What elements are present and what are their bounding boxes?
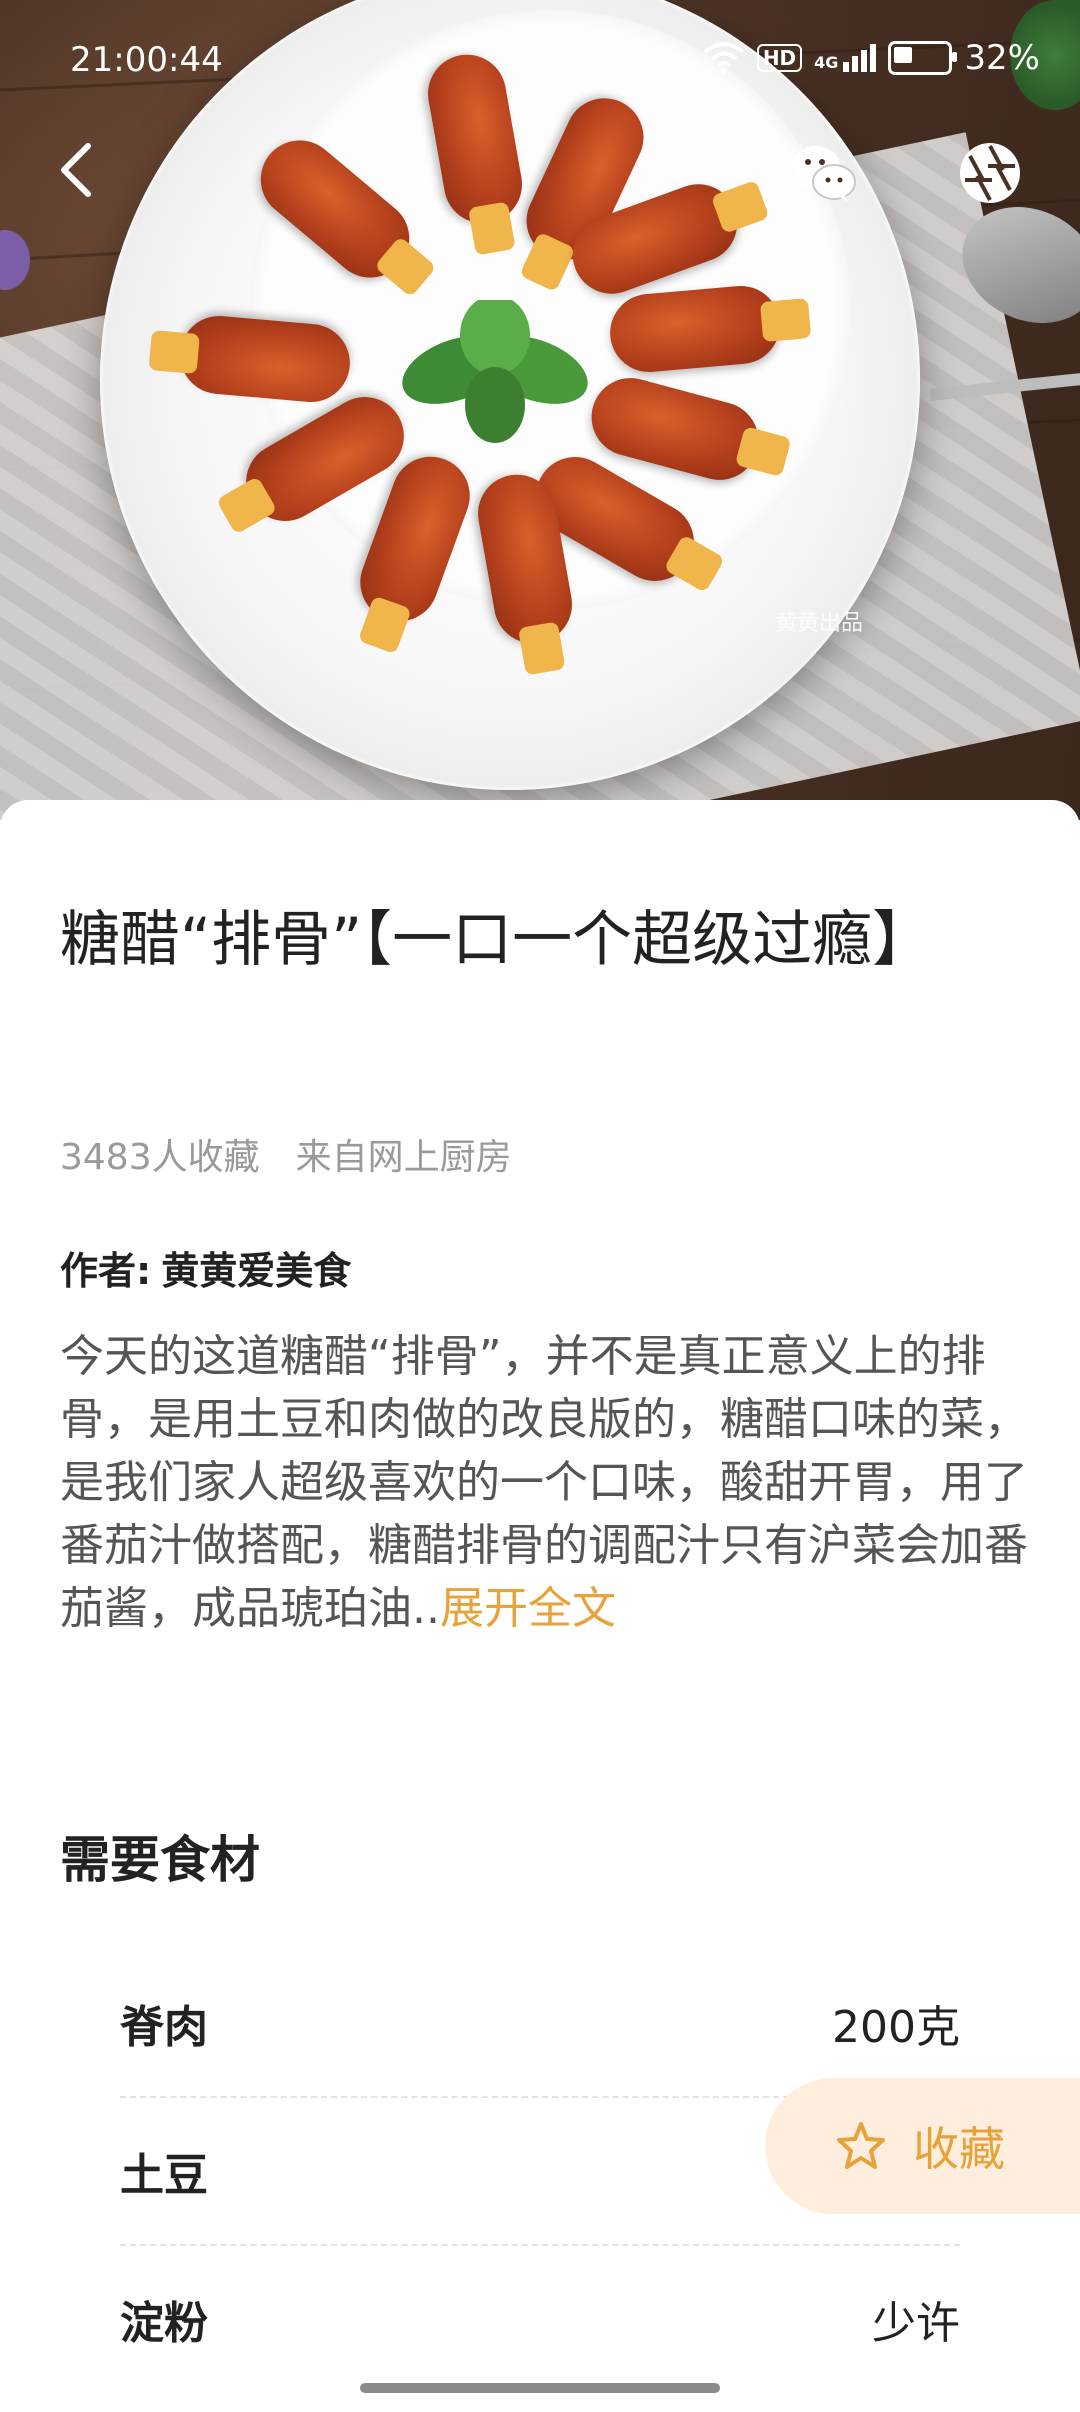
author-label: 作者: [60,1249,152,1293]
recipe-source[interactable]: 来自网上厨房 [296,1137,512,1178]
author-line[interactable]: 作者: 黄黄爱美食 [60,1240,351,1295]
star-icon [837,2122,885,2169]
recipe-hero-image: 黄黄出品 [0,0,1080,820]
wechat-icon [792,146,856,202]
share-button[interactable] [955,138,1025,208]
ingredient-row: 淀粉 少许 [120,2246,960,2392]
mint-garnish [402,300,588,443]
favorite-count: 3483人收藏 [60,1137,260,1178]
wifi-icon [703,42,745,74]
status-time: 21:00:44 [70,40,223,80]
favorite-button[interactable]: 收藏 [765,2078,1080,2214]
expand-full-text-link[interactable]: 展开全文 [440,1583,616,1634]
hd-badge: HD [756,44,803,72]
status-icons: HD 4G 32% [703,38,1040,78]
battery-icon [888,41,958,75]
recipe-description: 今天的这道糖醋“排骨”，并不是真正意义上的排骨，是用土豆和肉做的改良版的，糖醋口… [60,1325,1030,1640]
author-name: 黄黄爱美食 [161,1249,352,1293]
ingredients-title: 需要食材 [60,1831,260,1889]
watermark: 黄黄出品 [775,611,864,636]
ingredient-name: 土豆 [120,2150,208,2201]
recipe-meta: 3483人收藏 来自网上厨房 [60,1128,512,1180]
status-bar: 21:00:44 HD 4G 32% [0,0,1080,120]
ingredient-row: 脊肉 200克 [120,1950,960,2098]
signal-icon: 4G [814,44,877,72]
ingredient-amount: 200克 [832,2002,960,2053]
wechat-share-button[interactable] [788,138,858,208]
ingredient-name: 脊肉 [120,2002,208,2053]
network-type: 4G [814,53,839,72]
battery-percent: 32% [964,38,1040,78]
recipe-title: 糖醋“排骨”【一口一个超级过瘾】 [60,905,933,975]
ingredient-amount: 少许 [872,2298,960,2349]
back-button[interactable] [50,140,110,200]
favorite-button-label: 收藏 [913,2122,1005,2176]
chevron-left-icon [61,143,91,197]
ingredient-name: 淀粉 [120,2298,208,2349]
aperture-icon [960,143,1020,203]
home-indicator[interactable] [360,2383,720,2393]
